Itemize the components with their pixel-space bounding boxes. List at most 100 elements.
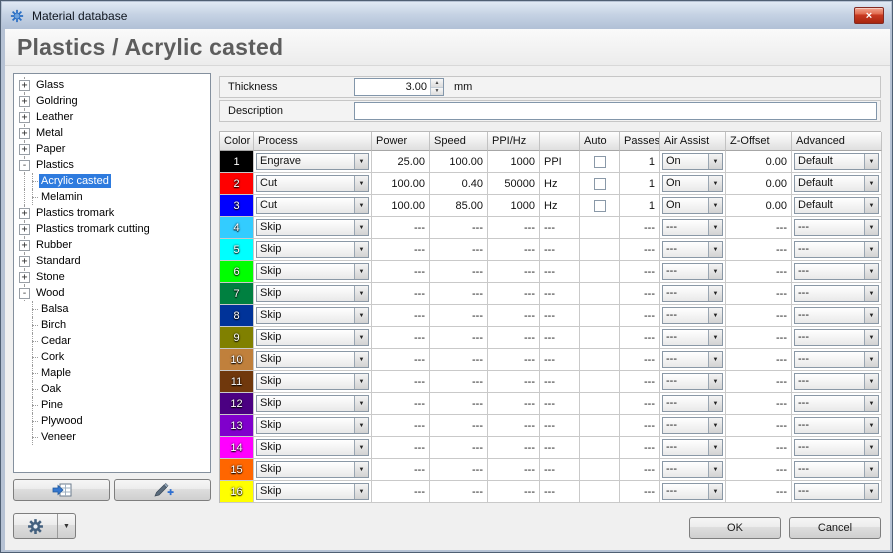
frequency-cell[interactable]: 50000 — [488, 173, 540, 195]
tree-item-standard[interactable]: +Standard — [14, 253, 210, 269]
process-select[interactable]: Skip▼ — [256, 483, 369, 500]
chevron-down-icon[interactable]: ▼ — [354, 176, 368, 191]
chevron-down-icon[interactable]: ▼ — [354, 352, 368, 367]
power-cell[interactable]: 100.00 — [372, 195, 430, 217]
tree-item-birch[interactable]: Birch — [14, 317, 210, 333]
collapse-minus-icon[interactable]: - — [19, 160, 30, 171]
tree-item-veneer[interactable]: Veneer — [14, 429, 210, 445]
chevron-down-icon[interactable]: ▼ — [864, 396, 878, 411]
chevron-down-icon[interactable]: ▼ — [708, 264, 722, 279]
air-assist-select[interactable]: On▼ — [662, 197, 723, 214]
chevron-down-icon[interactable]: ▼ — [354, 440, 368, 455]
tree-item-metal[interactable]: +Metal — [14, 125, 210, 141]
tree-item-plastics-tromark[interactable]: +Plastics tromark — [14, 205, 210, 221]
tree-item-plastics[interactable]: -Plastics — [14, 157, 210, 173]
advanced-select[interactable]: ---▼ — [794, 285, 879, 302]
process-select[interactable]: Skip▼ — [256, 241, 369, 258]
tree-item-cedar[interactable]: Cedar — [14, 333, 210, 349]
tree-item-rubber[interactable]: +Rubber — [14, 237, 210, 253]
process-select[interactable]: Skip▼ — [256, 351, 369, 368]
process-select[interactable]: Skip▼ — [256, 439, 369, 456]
air-assist-select[interactable]: ---▼ — [662, 329, 723, 346]
advanced-select[interactable]: ---▼ — [794, 351, 879, 368]
tree-item-oak[interactable]: Oak — [14, 381, 210, 397]
chevron-down-icon[interactable]: ▼ — [864, 154, 878, 169]
chevron-down-icon[interactable]: ▼ — [708, 352, 722, 367]
import-material-button[interactable] — [13, 479, 110, 501]
chevron-down-icon[interactable]: ▼ — [708, 374, 722, 389]
chevron-down-icon[interactable]: ▼ — [864, 286, 878, 301]
chevron-down-icon[interactable]: ▼ — [354, 330, 368, 345]
advanced-select[interactable]: ---▼ — [794, 263, 879, 280]
advanced-select[interactable]: ---▼ — [794, 483, 879, 500]
auto-checkbox[interactable] — [594, 178, 606, 190]
chevron-down-icon[interactable]: ▼ — [708, 242, 722, 257]
passes-cell[interactable]: 1 — [620, 151, 660, 173]
advanced-select[interactable]: ---▼ — [794, 373, 879, 390]
chevron-down-icon[interactable]: ▼ — [708, 198, 722, 213]
expand-plus-icon[interactable]: + — [19, 208, 30, 219]
collapse-minus-icon[interactable]: - — [19, 288, 30, 299]
z-offset-cell[interactable]: 0.00 — [726, 151, 792, 173]
chevron-down-icon[interactable]: ▼ — [708, 440, 722, 455]
expand-plus-icon[interactable]: + — [19, 96, 30, 107]
expand-plus-icon[interactable]: + — [19, 272, 30, 283]
chevron-down-icon[interactable]: ▼ — [864, 220, 878, 235]
tree-item-balsa[interactable]: Balsa — [14, 301, 210, 317]
chevron-down-icon[interactable]: ▼ — [354, 286, 368, 301]
expand-plus-icon[interactable]: + — [19, 224, 30, 235]
chevron-down-icon[interactable]: ▼ — [864, 308, 878, 323]
chevron-down-icon[interactable]: ▼ — [864, 374, 878, 389]
frequency-cell[interactable]: 1000 — [488, 195, 540, 217]
air-assist-select[interactable]: ---▼ — [662, 263, 723, 280]
air-assist-select[interactable]: On▼ — [662, 175, 723, 192]
tree-item-stone[interactable]: +Stone — [14, 269, 210, 285]
air-assist-select[interactable]: ---▼ — [662, 373, 723, 390]
passes-cell[interactable]: 1 — [620, 195, 660, 217]
advanced-select[interactable]: Default▼ — [794, 175, 879, 192]
process-select[interactable]: Skip▼ — [256, 417, 369, 434]
process-select[interactable]: Skip▼ — [256, 395, 369, 412]
chevron-down-icon[interactable]: ▼ — [708, 220, 722, 235]
tree-item-acrylic-casted[interactable]: Acrylic casted — [14, 173, 210, 189]
tree-item-glass[interactable]: +Glass — [14, 77, 210, 93]
air-assist-select[interactable]: ---▼ — [662, 285, 723, 302]
power-cell[interactable]: 100.00 — [372, 173, 430, 195]
chevron-down-icon[interactable]: ▼ — [864, 440, 878, 455]
tree-item-melamin[interactable]: Melamin — [14, 189, 210, 205]
chevron-down-icon[interactable]: ▼ — [864, 264, 878, 279]
ok-button[interactable]: OK — [689, 517, 781, 539]
chevron-down-icon[interactable]: ▼ — [354, 418, 368, 433]
chevron-down-icon[interactable]: ▼ — [864, 242, 878, 257]
passes-cell[interactable]: 1 — [620, 173, 660, 195]
auto-checkbox[interactable] — [594, 200, 606, 212]
process-select[interactable]: Cut▼ — [256, 197, 369, 214]
description-input[interactable] — [354, 102, 877, 120]
tree-item-plastics-tromark-cutting[interactable]: +Plastics tromark cutting — [14, 221, 210, 237]
process-select[interactable]: Cut▼ — [256, 175, 369, 192]
chevron-down-icon[interactable]: ▼ — [708, 154, 722, 169]
chevron-down-icon[interactable]: ▼ — [708, 418, 722, 433]
air-assist-select[interactable]: On▼ — [662, 153, 723, 170]
expand-plus-icon[interactable]: + — [19, 80, 30, 91]
chevron-down-icon[interactable]: ▼ — [354, 242, 368, 257]
process-select[interactable]: Skip▼ — [256, 219, 369, 236]
chevron-down-icon[interactable]: ▼ — [708, 484, 722, 499]
speed-cell[interactable]: 0.40 — [430, 173, 488, 195]
chevron-down-icon[interactable]: ▼ — [708, 308, 722, 323]
advanced-select[interactable]: ---▼ — [794, 439, 879, 456]
process-select[interactable]: Skip▼ — [256, 329, 369, 346]
advanced-select[interactable]: ---▼ — [794, 241, 879, 258]
speed-cell[interactable]: 100.00 — [430, 151, 488, 173]
settings-button[interactable] — [14, 514, 57, 538]
chevron-down-icon[interactable]: ▼ — [708, 462, 722, 477]
advanced-select[interactable]: ---▼ — [794, 395, 879, 412]
air-assist-select[interactable]: ---▼ — [662, 219, 723, 236]
process-select[interactable]: Skip▼ — [256, 307, 369, 324]
chevron-down-icon[interactable]: ▼ — [864, 352, 878, 367]
thickness-input[interactable]: 3.00 ▲ ▼ — [354, 78, 444, 96]
process-select[interactable]: Skip▼ — [256, 285, 369, 302]
tree-item-plywood[interactable]: Plywood — [14, 413, 210, 429]
auto-checkbox[interactable] — [594, 156, 606, 168]
chevron-down-icon[interactable]: ▼ — [354, 220, 368, 235]
